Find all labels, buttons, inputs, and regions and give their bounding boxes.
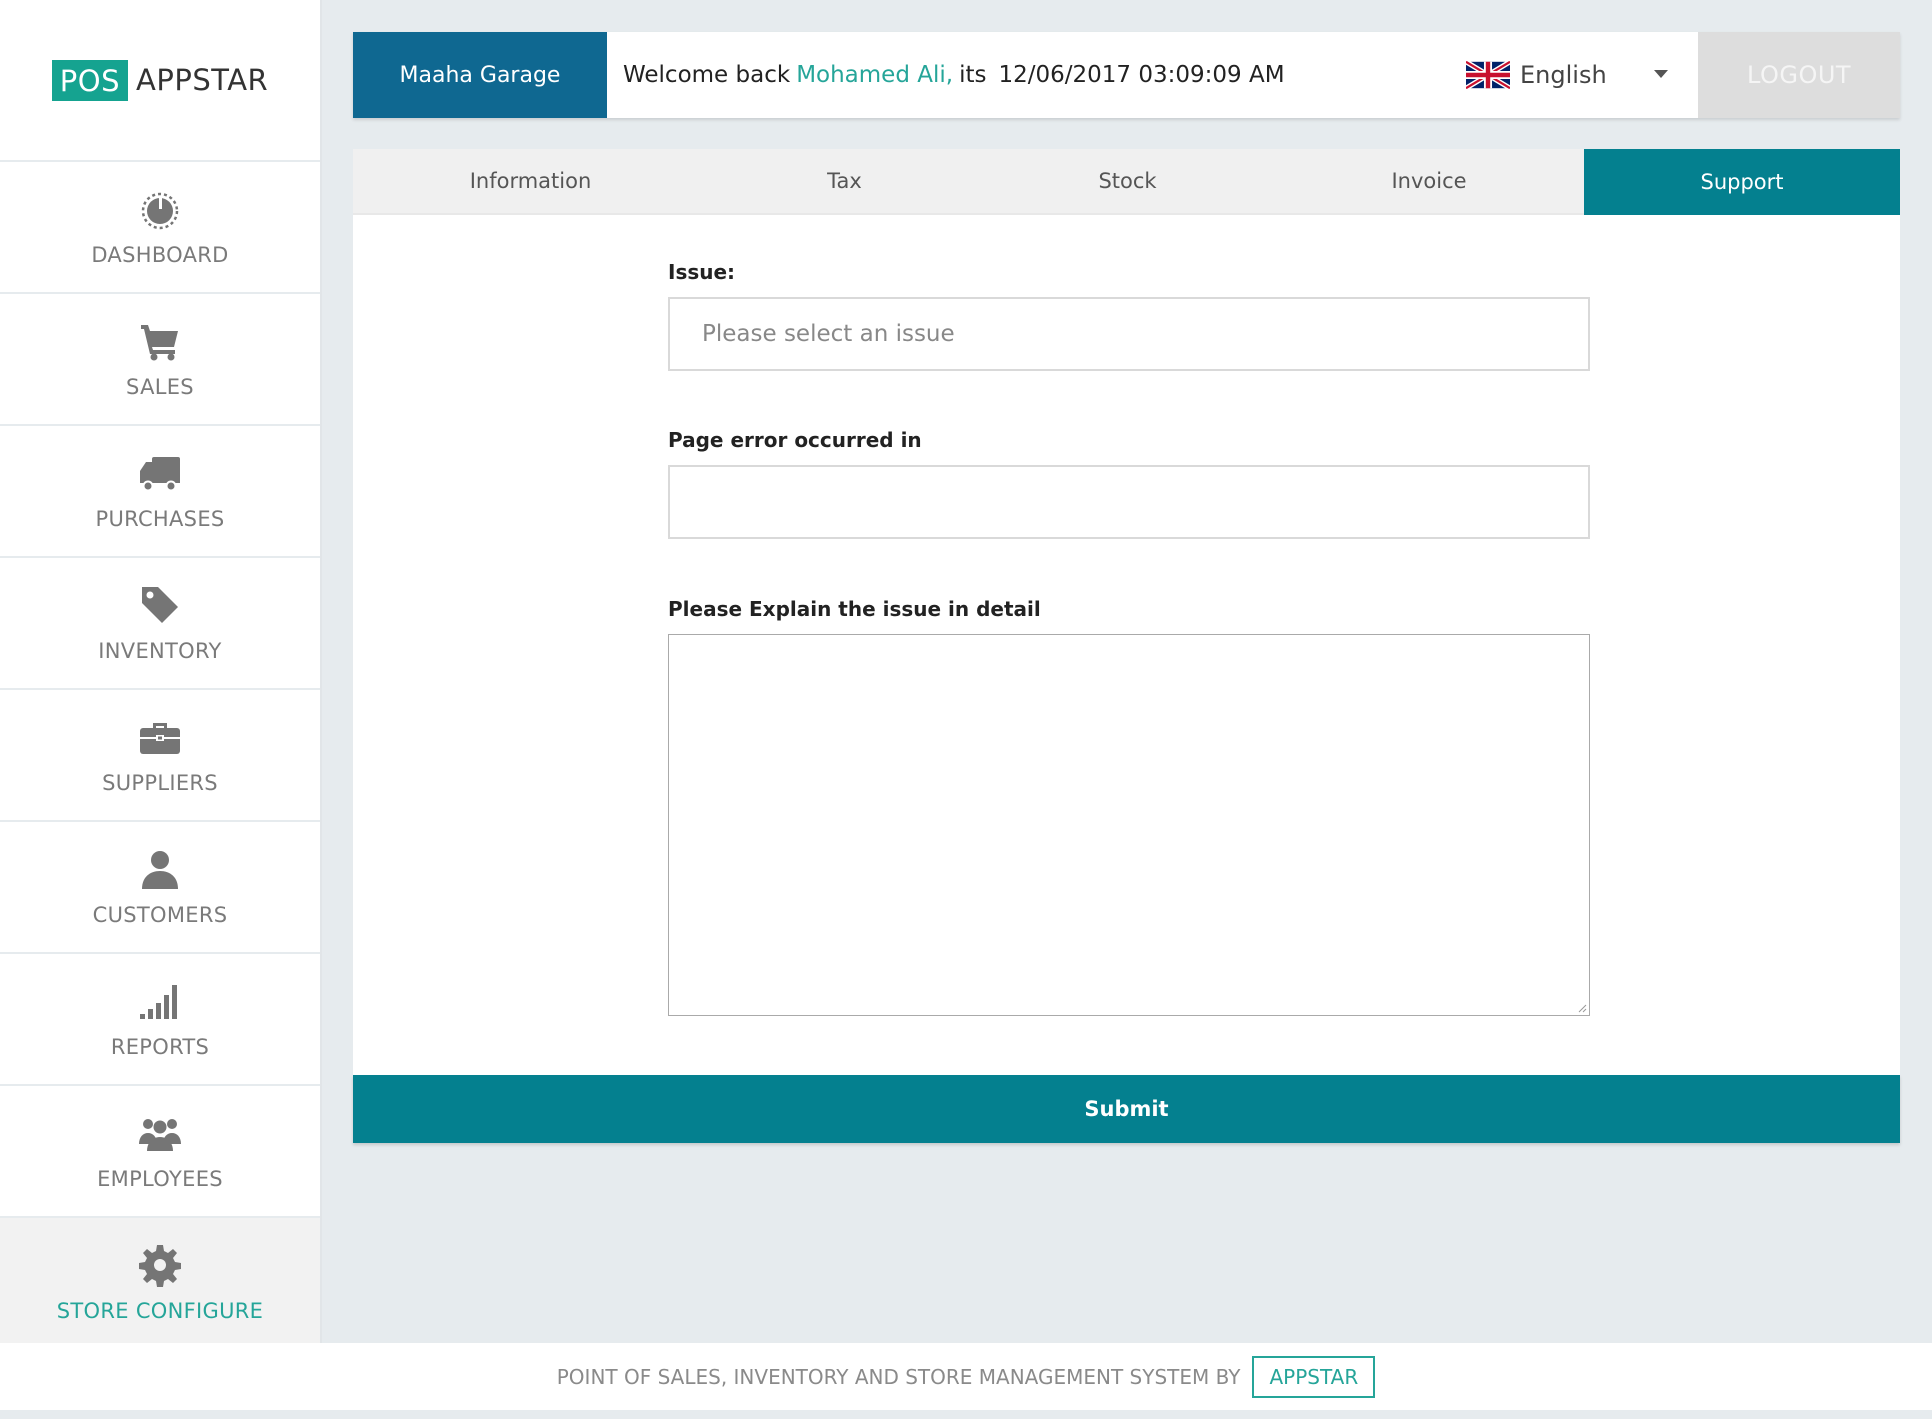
tab-invoice[interactable]: Invoice [1274, 149, 1584, 215]
footer-brand-link[interactable]: APPSTAR [1252, 1355, 1376, 1398]
sidebar-item-label: EMPLOYEES [97, 1167, 223, 1191]
signal-bars-icon [138, 979, 182, 1023]
page-error-input[interactable] [668, 465, 1590, 539]
bottom-strip [0, 1410, 1932, 1419]
resize-handle-icon[interactable] [1577, 1003, 1587, 1013]
sidebar-item-purchases[interactable]: PURCHASES [0, 424, 320, 556]
dashboard-icon [138, 187, 182, 231]
sidebar-item-customers[interactable]: CUSTOMERS [0, 820, 320, 952]
logout-button[interactable]: LOGOUT [1698, 32, 1900, 118]
detail-label: Please Explain the issue in detail [668, 597, 1041, 621]
sidebar-item-label: INVENTORY [98, 639, 222, 663]
welcome-message: Welcome back Mohamed Ali, its 12/06/2017… [607, 32, 1452, 118]
top-header: Maaha Garage Welcome back Mohamed Ali, i… [353, 32, 1900, 118]
sidebar-item-label: PURCHASES [95, 507, 225, 531]
group-icon [138, 1111, 182, 1155]
support-form-panel: Issue: Please select an issue Page error… [353, 215, 1900, 1075]
tab-support[interactable]: Support [1584, 149, 1900, 215]
issue-label: Issue: [668, 260, 736, 284]
sidebar-item-dashboard[interactable]: DASHBOARD [0, 160, 320, 292]
welcome-its: its [959, 62, 987, 88]
issue-detail-textarea[interactable] [668, 634, 1590, 1016]
logo-app-name: APPSTAR [136, 63, 269, 97]
uk-flag-icon [1466, 61, 1510, 89]
footer: POINT OF SALES, INVENTORY AND STORE MANA… [0, 1343, 1932, 1410]
page-error-label: Page error occurred in [668, 428, 922, 452]
sidebar: POS APPSTAR DASHBOARD SALES PURCHASES IN… [0, 0, 322, 1348]
settings-tabs: Information Tax Stock Invoice Support [353, 149, 1900, 215]
welcome-prefix: Welcome back [623, 62, 791, 88]
gear-icon [138, 1243, 182, 1287]
app-logo[interactable]: POS APPSTAR [0, 0, 320, 160]
sidebar-item-label: CUSTOMERS [92, 903, 228, 927]
sidebar-item-label: SUPPLIERS [102, 771, 218, 795]
language-selector[interactable]: English [1452, 32, 1698, 118]
sidebar-item-label: REPORTS [110, 1035, 210, 1059]
sidebar-item-inventory[interactable]: INVENTORY [0, 556, 320, 688]
sidebar-item-label: DASHBOARD [91, 243, 229, 267]
user-icon [138, 847, 182, 891]
tab-stock[interactable]: Stock [981, 149, 1274, 215]
logo-pos-badge: POS [51, 59, 129, 101]
chevron-down-icon [1654, 70, 1668, 78]
cart-icon [138, 319, 182, 363]
sidebar-item-label: SALES [126, 375, 194, 399]
tag-icon [138, 583, 182, 627]
sidebar-item-suppliers[interactable]: SUPPLIERS [0, 688, 320, 820]
issue-select[interactable]: Please select an issue [668, 297, 1590, 371]
language-label: English [1520, 61, 1607, 89]
sidebar-item-sales[interactable]: SALES [0, 292, 320, 424]
tab-tax[interactable]: Tax [708, 149, 981, 215]
briefcase-icon [138, 715, 182, 759]
current-datetime: 12/06/2017 03:09:09 AM [998, 62, 1285, 88]
tab-information[interactable]: Information [353, 149, 708, 215]
submit-button[interactable]: Submit [353, 1075, 1900, 1143]
truck-icon [138, 451, 182, 495]
store-name[interactable]: Maaha Garage [353, 32, 607, 118]
sidebar-item-label: STORE CONFIGURE [56, 1299, 264, 1323]
sidebar-item-store-configure[interactable]: STORE CONFIGURE [0, 1216, 320, 1348]
footer-text: POINT OF SALES, INVENTORY AND STORE MANA… [556, 1364, 1241, 1389]
sidebar-item-employees[interactable]: EMPLOYEES [0, 1084, 320, 1216]
sidebar-item-reports[interactable]: REPORTS [0, 952, 320, 1084]
user-name: Mohamed Ali, [796, 62, 954, 88]
